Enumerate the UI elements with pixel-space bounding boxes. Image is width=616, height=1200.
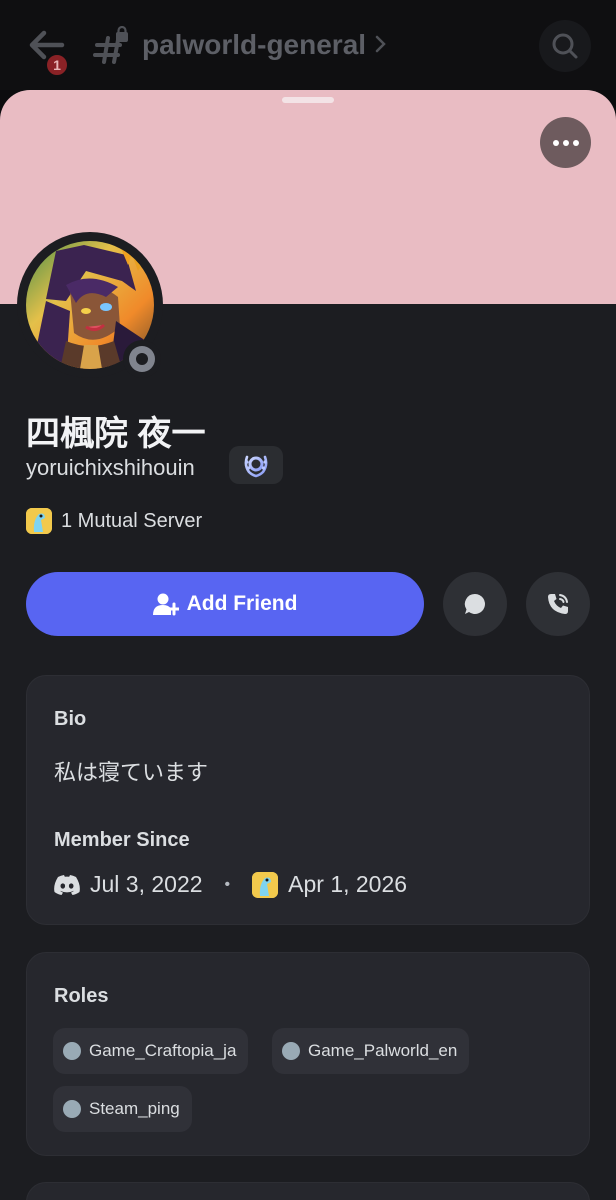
search-button[interactable] [539,20,591,72]
channel-name[interactable]: palworld-general [142,29,366,61]
chevron-right-icon[interactable] [374,34,388,54]
phone-call-icon [548,594,568,614]
laurel-badge-icon [244,455,268,478]
role-label: Steam_ping [89,1099,180,1118]
more-dots-icon [552,139,559,146]
offline-status-icon [129,346,155,372]
mutual-servers[interactable]: 1 Mutual Server [26,508,202,534]
role-color-dot [63,1042,81,1060]
next-card [26,1182,590,1200]
bio-heading: Bio [54,708,87,730]
channel-header: 1 palworld-general [0,0,616,90]
display-name: 四楓院 夜一 [26,415,206,453]
server-icon [252,871,279,898]
status-indicator [123,340,161,378]
more-options-button[interactable] [540,117,591,168]
role-color-dot [63,1100,81,1118]
discord-join-date: Jul 3, 2022 [90,871,203,897]
discord-logo-icon [54,874,80,895]
server-icon [26,508,52,534]
bio-text: 私は寝ています [54,760,209,785]
username[interactable]: yoruichixshihouin [26,455,195,481]
mutual-servers-label: 1 Mutual Server [61,509,203,532]
date-separator: • [224,875,231,893]
roles-card: Roles Game_Craftopia_ja Game_Palworld_en… [26,952,590,1156]
unread-badge: 1 [44,52,70,78]
add-friend-label: Add Friend [186,592,298,615]
role-pill[interactable]: Game_Palworld_en [272,1028,470,1074]
add-friend-icon [152,593,179,616]
role-color-dot [282,1042,300,1060]
search-icon [552,33,578,59]
role-label: Game_Craftopia_ja [89,1041,237,1060]
member-since-heading: Member Since [54,829,190,851]
add-friend-button[interactable]: Add Friend [26,572,424,636]
member-since-row: Jul 3, 2022 • Apr 1, 2026 [54,871,407,898]
text-channel-lock-icon [93,26,128,64]
role-label: Game_Palworld_en [308,1041,458,1060]
role-pill[interactable]: Steam_ping [53,1086,192,1132]
role-pill[interactable]: Game_Craftopia_ja [53,1028,249,1074]
server-join-date: Apr 1, 2026 [288,871,408,897]
chat-bubble-icon [464,593,485,614]
drag-handle[interactable] [282,97,334,103]
voice-call-button[interactable] [526,572,590,636]
about-card: Bio 私は寝ています Member Since Jul 3, 2022 • A… [26,675,590,925]
roles-heading: Roles [54,985,109,1007]
message-button[interactable] [443,572,507,636]
profile-sheet: 四楓院 夜一 yoruichixshihouin 1 Mutual Server [0,90,616,1200]
nitro-badge[interactable] [229,446,283,484]
